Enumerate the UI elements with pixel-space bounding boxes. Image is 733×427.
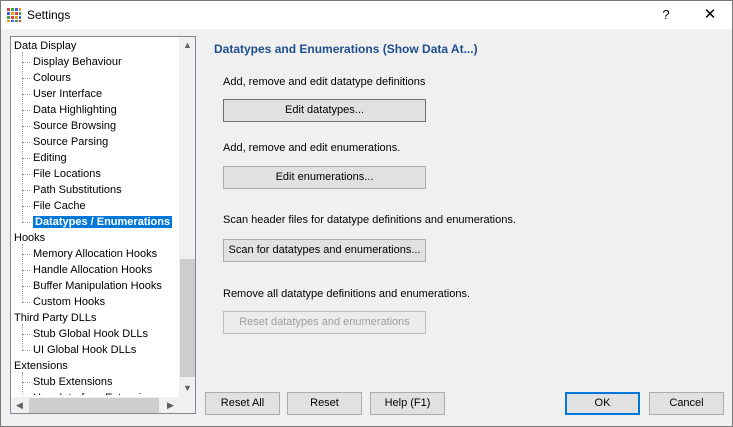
app-grid-icon — [7, 8, 21, 22]
tree-item-label: Handle Allocation Hooks — [33, 264, 153, 276]
tree-connector — [22, 126, 30, 127]
tree-connector — [22, 206, 30, 207]
tree-connector — [22, 94, 30, 95]
tree-connector — [22, 190, 30, 191]
tree-item-label: Colours — [33, 72, 71, 84]
ok-button[interactable]: OK — [565, 392, 640, 415]
reset-datatypes-button: Reset datatypes and enumerations — [223, 311, 426, 334]
tree-item-label: Display Behaviour — [33, 56, 122, 68]
tree-item-label: Third Party DLLs — [14, 312, 97, 324]
tree-item-label: Source Parsing — [33, 136, 109, 148]
tree-item-label: Stub Global Hook DLLs — [33, 328, 148, 340]
tree-item-label: File Cache — [33, 200, 86, 212]
tree-item[interactable]: Editing — [33, 150, 67, 166]
tree-item-label: File Locations — [33, 168, 101, 180]
tree-item[interactable]: Datatypes / Enumerations — [33, 214, 173, 230]
tree-connector — [22, 110, 30, 111]
tree-item[interactable]: Source Parsing — [33, 134, 108, 150]
tree-item-label: Source Browsing — [33, 120, 117, 132]
tree-connector — [22, 78, 30, 79]
tree-category[interactable]: Hooks — [14, 230, 45, 246]
panel-heading: Datatypes and Enumerations (Show Data At… — [214, 42, 478, 56]
tree-item[interactable]: Data Highlighting — [33, 102, 117, 118]
tree-horizontal-scrollbar[interactable]: ◀ ▶ — [11, 397, 179, 413]
tree-item[interactable]: Stub Extensions — [33, 374, 113, 390]
tree-item-label: Data Display — [14, 40, 77, 52]
tree-item-label: Extensions — [14, 360, 68, 372]
tree-item-label: Buffer Manipulation Hooks — [33, 280, 162, 292]
tree-item-label: Stub Extensions — [33, 376, 113, 388]
tree-item-label: User Interface Extensions — [33, 392, 159, 395]
tree-content: Data Display Display Behaviour Colours User… — [11, 37, 179, 395]
tree-item[interactable]: Path Substitutions — [33, 182, 122, 198]
edit-enumerations-button[interactable]: Edit enumerations... — [223, 166, 426, 189]
scroll-left-icon[interactable]: ◀ — [11, 397, 28, 413]
tree-connector — [22, 244, 23, 302]
tree-item[interactable]: Colours — [33, 70, 71, 86]
tree-item-label: User Interface — [33, 88, 103, 100]
tree-item-label: Hooks — [14, 232, 46, 244]
tree-category[interactable]: Third Party DLLs — [14, 310, 97, 326]
tree-item[interactable]: Buffer Manipulation Hooks — [33, 278, 162, 294]
tree-item[interactable]: Handle Allocation Hooks — [33, 262, 152, 278]
tree-connector — [22, 350, 30, 351]
tree-item[interactable]: Source Browsing — [33, 118, 116, 134]
scroll-thumb[interactable] — [180, 259, 195, 377]
reset-all-button[interactable]: Reset All — [205, 392, 280, 415]
tree-connector — [22, 62, 30, 63]
tree-item[interactable]: User Interface Extensions — [33, 390, 159, 395]
reset-description: Remove all datatype definitions and enum… — [223, 288, 471, 300]
tree-vertical-scrollbar[interactable]: ▲ ▼ — [179, 37, 195, 397]
tree-connector — [22, 142, 30, 143]
tree-item-label: Memory Allocation Hooks — [33, 248, 158, 260]
tree-item-label: Data Highlighting — [33, 104, 117, 116]
edit-enumerations-description: Add, remove and edit enumerations. — [223, 142, 401, 154]
tree-item-label: Datatypes / Enumerations — [33, 216, 173, 228]
tree-connector — [22, 222, 30, 223]
tree-category[interactable]: Data Display — [14, 38, 76, 54]
close-icon[interactable]: ✕ — [697, 4, 723, 26]
window-title: Settings — [27, 8, 71, 22]
tree-connector — [22, 302, 30, 303]
settings-tree[interactable]: Data Display Display Behaviour Colours User… — [10, 36, 196, 414]
tree-item[interactable]: UI Global Hook DLLs — [33, 342, 136, 358]
scrollbar-corner — [179, 397, 195, 413]
cancel-button[interactable]: Cancel — [649, 392, 724, 415]
scroll-thumb-horizontal[interactable] — [29, 398, 159, 413]
edit-datatypes-description: Add, remove and edit datatype definition… — [223, 76, 426, 88]
tree-item[interactable]: Custom Hooks — [33, 294, 105, 310]
scroll-right-icon[interactable]: ▶ — [162, 397, 179, 413]
tree-connector — [22, 270, 30, 271]
tree-item[interactable]: File Cache — [33, 198, 86, 214]
tree-connector — [22, 254, 30, 255]
title-bar: Settings ? ✕ — [1, 1, 732, 29]
scroll-up-icon[interactable]: ▲ — [179, 37, 195, 54]
tree-connector — [22, 174, 30, 175]
scroll-down-icon[interactable]: ▼ — [179, 380, 195, 397]
tree-connector — [22, 334, 30, 335]
tree-item[interactable]: File Locations — [33, 166, 101, 182]
tree-item-label: Editing — [33, 152, 67, 164]
tree-item[interactable]: Memory Allocation Hooks — [33, 246, 157, 262]
help-icon[interactable]: ? — [656, 4, 676, 26]
edit-datatypes-button[interactable]: Edit datatypes... — [223, 99, 426, 122]
reset-button[interactable]: Reset — [287, 392, 362, 415]
tree-item[interactable]: Display Behaviour — [33, 54, 122, 70]
tree-connector — [22, 52, 23, 222]
tree-item[interactable]: User Interface — [33, 86, 102, 102]
tree-connector — [22, 286, 30, 287]
tree-connector — [22, 158, 30, 159]
tree-item-label: Path Substitutions — [33, 184, 122, 196]
scan-description: Scan header files for datatype definitio… — [223, 214, 516, 226]
help-button[interactable]: Help (F1) — [370, 392, 445, 415]
settings-window: Settings ? ✕ Data Display Display Behavio… — [0, 0, 733, 427]
tree-item-label: UI Global Hook DLLs — [33, 344, 137, 356]
tree-item-label: Custom Hooks — [33, 296, 106, 308]
scan-datatypes-button[interactable]: Scan for datatypes and enumerations... — [223, 239, 426, 262]
tree-connector — [22, 324, 23, 350]
tree-connector — [22, 382, 30, 383]
tree-connector — [22, 372, 23, 395]
tree-item[interactable]: Stub Global Hook DLLs — [33, 326, 148, 342]
